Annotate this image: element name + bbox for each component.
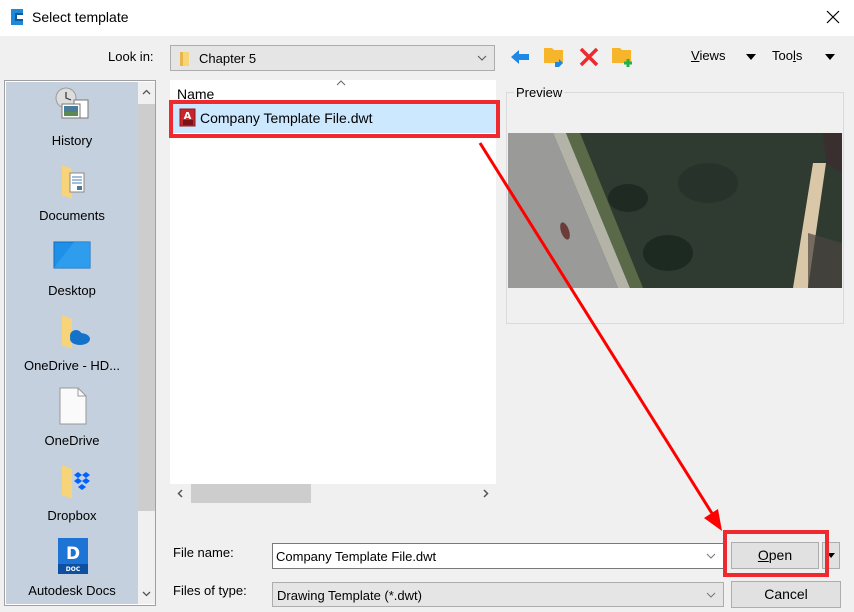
place-label: History — [51, 133, 93, 148]
cancel-button[interactable]: Cancel — [731, 581, 841, 608]
autodesk-docs-icon: D DOC — [58, 538, 88, 574]
views-dropdown-arrow[interactable] — [746, 54, 756, 60]
place-label: OneDrive — [44, 433, 100, 448]
chevron-down-icon[interactable] — [705, 551, 717, 561]
place-onedrive-hd[interactable]: OneDrive - HD... — [6, 307, 138, 382]
place-label: Autodesk Docs — [28, 583, 116, 598]
column-header-name[interactable]: Name — [177, 86, 214, 102]
history-icon — [55, 87, 89, 119]
place-history[interactable]: History — [6, 82, 138, 157]
delete-icon[interactable] — [577, 45, 601, 69]
chevron-down-icon — [706, 592, 716, 598]
svg-text:D: D — [66, 544, 80, 564]
file-row[interactable]: A Company Template File.dwt — [172, 104, 496, 133]
look-in-dropdown[interactable]: Chapter 5 — [170, 45, 495, 71]
open-button[interactable]: Open — [731, 542, 819, 569]
back-arrow-icon[interactable] — [508, 45, 532, 69]
folder-icon — [180, 52, 189, 66]
places-scrollbar[interactable] — [138, 82, 155, 604]
annotation-arrow-head — [704, 509, 722, 531]
create-new-folder-icon[interactable] — [611, 45, 635, 69]
dwt-file-icon: A — [179, 108, 196, 127]
scroll-left-icon[interactable] — [175, 488, 186, 499]
file-name-value: Company Template File.dwt — [276, 549, 437, 564]
place-label: OneDrive - HD... — [23, 358, 121, 373]
scroll-right-icon[interactable] — [480, 488, 491, 499]
file-type-label: Files of type: — [173, 583, 247, 598]
place-onedrive[interactable]: OneDrive — [6, 382, 138, 457]
onedrive-folder-icon — [62, 315, 90, 349]
caret-down-icon — [827, 553, 835, 558]
file-name-label: File name: — [173, 545, 234, 560]
tools-menu[interactable]: Tools — [772, 48, 802, 63]
title-bar: Select template — [0, 0, 854, 36]
scroll-down-icon[interactable] — [141, 588, 152, 599]
file-list[interactable] — [170, 80, 496, 485]
chevron-down-icon — [477, 55, 487, 61]
sort-ascending-icon — [336, 80, 346, 86]
file-name-input[interactable]: Company Template File.dwt — [272, 543, 724, 569]
open-options-dropdown[interactable] — [822, 542, 840, 569]
views-menu[interactable]: Views — [691, 48, 725, 63]
desktop-icon — [53, 241, 91, 269]
tools-dropdown-arrow[interactable] — [825, 54, 835, 60]
place-documents[interactable]: Documents — [6, 157, 138, 232]
places-bar: History Documents Desktop OneDrive - HD.… — [4, 80, 156, 606]
preview-label: Preview — [514, 85, 565, 100]
file-type-value: Drawing Template (*.dwt) — [277, 588, 422, 603]
close-icon[interactable] — [822, 6, 844, 28]
dropbox-folder-icon — [62, 465, 90, 499]
look-in-label: Look in: — [108, 49, 154, 64]
look-in-value: Chapter 5 — [199, 51, 257, 66]
place-desktop[interactable]: Desktop — [6, 232, 138, 307]
scroll-up-icon[interactable] — [141, 87, 152, 98]
scrollbar-thumb[interactable] — [138, 104, 155, 511]
documents-folder-icon — [62, 165, 85, 199]
place-label: Dropbox — [47, 508, 97, 523]
window-title: Select template — [32, 9, 129, 25]
scrollbar-thumb[interactable] — [191, 484, 311, 503]
file-list-hscrollbar[interactable] — [170, 484, 496, 503]
file-name: Company Template File.dwt — [200, 110, 373, 126]
place-dropbox[interactable]: Dropbox — [6, 457, 138, 532]
place-label: Desktop — [48, 283, 96, 298]
template-preview-image — [508, 133, 842, 288]
place-label: Documents — [39, 208, 105, 223]
up-one-level-icon[interactable] — [543, 45, 567, 69]
svg-text:DOC: DOC — [66, 566, 81, 573]
autocad-app-icon — [11, 9, 23, 25]
file-type-dropdown[interactable]: Drawing Template (*.dwt) — [272, 582, 724, 607]
place-autodesk-docs[interactable]: D DOC Autodesk Docs — [6, 532, 138, 607]
blank-document-icon — [59, 387, 87, 425]
